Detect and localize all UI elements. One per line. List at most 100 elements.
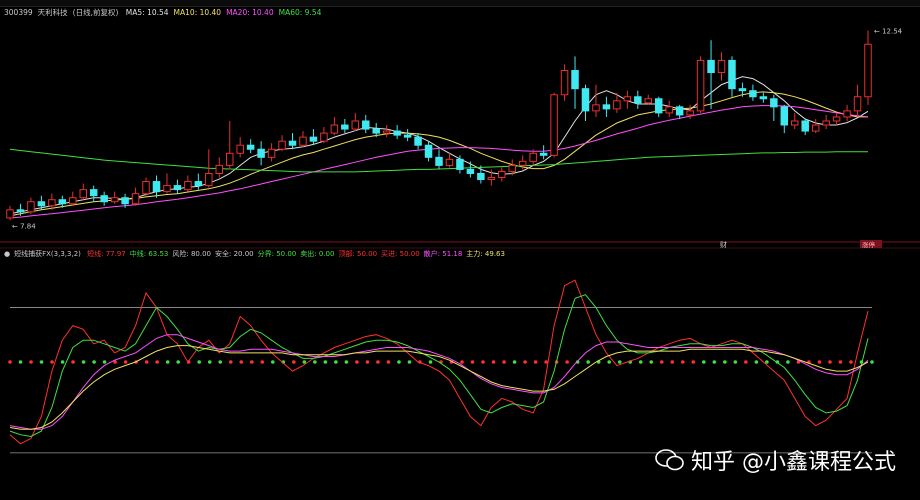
kline-chart[interactable]: ← 12.54 ← 7.84 财 涨停	[0, 0, 920, 500]
candle-body	[205, 172, 213, 187]
candle-body	[498, 170, 506, 179]
signal-dot	[376, 360, 380, 364]
candle-body	[362, 120, 370, 130]
candle-body	[728, 59, 736, 90]
candle-body	[236, 144, 244, 154]
candle-body	[278, 140, 286, 150]
signal-dot	[428, 360, 433, 364]
candle-body	[634, 96, 642, 104]
signal-dot	[313, 360, 317, 364]
candle-body	[539, 152, 548, 156]
signal-dot	[565, 360, 569, 364]
candle-body	[89, 189, 98, 197]
signal-dot	[765, 360, 769, 364]
signal-dot	[71, 360, 75, 364]
signal-dot	[365, 360, 370, 364]
signal-dot	[586, 360, 590, 364]
candle-body	[299, 136, 307, 146]
signal-dot	[870, 360, 874, 364]
high-price-label: ← 12.54	[874, 28, 903, 36]
candle-body	[351, 120, 360, 130]
signal-dot	[8, 360, 12, 364]
low-price-label: ← 7.84	[12, 222, 36, 230]
candle-body	[152, 181, 161, 193]
signal-dot	[386, 360, 391, 364]
candle-body	[749, 90, 757, 98]
wechat-icon	[655, 449, 684, 471]
candle-body	[791, 120, 799, 126]
candle-body	[456, 158, 464, 170]
candle-body	[696, 59, 705, 112]
signal-dot	[712, 360, 717, 364]
signal-dot	[617, 360, 622, 364]
candle-body	[644, 98, 653, 104]
candle-body	[320, 132, 328, 142]
signal-dot	[733, 360, 738, 364]
candle-body	[142, 181, 150, 195]
candle-body	[477, 172, 485, 181]
candle-body	[424, 144, 433, 158]
signal-dot	[691, 360, 696, 364]
signal-dot	[702, 360, 706, 364]
indicator-line	[9, 345, 869, 430]
signal-dot	[334, 360, 338, 364]
signal-dot	[144, 360, 149, 364]
signal-dot	[754, 360, 759, 364]
signal-dot	[470, 360, 475, 364]
candle-body	[267, 148, 276, 158]
candle-body	[780, 106, 789, 126]
signal-dot	[460, 360, 464, 364]
candle-body	[382, 130, 391, 134]
candle-body	[435, 156, 443, 166]
candle-body	[309, 136, 318, 142]
candle-body	[571, 70, 579, 90]
candle-body	[225, 152, 234, 166]
signal-dot	[155, 360, 159, 364]
candle-body	[37, 201, 46, 207]
marker-cai: 财	[720, 240, 727, 249]
signal-dot	[355, 360, 359, 364]
signal-dot	[533, 360, 538, 364]
signal-dot	[638, 360, 643, 364]
candle-body	[654, 98, 663, 114]
candle-body	[508, 164, 516, 172]
signal-dot	[523, 360, 527, 364]
signal-dot	[491, 360, 496, 364]
candle-body	[184, 181, 192, 191]
candle-body	[665, 106, 673, 114]
candle-body	[445, 158, 454, 166]
signal-dot	[50, 360, 54, 364]
signal-dot	[838, 360, 843, 364]
candle-body	[518, 160, 527, 166]
candle-body	[811, 124, 820, 132]
candle-body	[100, 195, 108, 203]
candle-body	[58, 199, 67, 205]
signal-dot	[407, 360, 412, 364]
signal-dot	[607, 360, 611, 364]
signal-dot	[828, 360, 832, 364]
signal-dot	[60, 360, 65, 364]
signal-dot	[744, 360, 748, 364]
signal-dot	[397, 360, 401, 364]
candle-body	[215, 164, 224, 174]
candle-body	[853, 96, 862, 112]
signal-dot	[39, 360, 44, 364]
signal-dot	[239, 360, 244, 364]
signal-dot	[260, 360, 265, 364]
signal-dot	[502, 360, 506, 364]
signal-dot	[849, 360, 853, 364]
candle-body	[832, 116, 841, 122]
candle-body	[27, 201, 35, 213]
candle-body	[623, 96, 632, 102]
signal-dot	[123, 360, 128, 364]
candle-body	[738, 88, 747, 92]
candle-body	[372, 128, 380, 134]
signal-dot	[680, 360, 685, 364]
signal-dot	[344, 360, 349, 364]
signal-dot	[249, 360, 254, 364]
candle-body	[246, 144, 255, 150]
signal-dot	[512, 360, 517, 364]
candle-body	[675, 106, 684, 116]
candle-body	[686, 110, 694, 116]
signal-dot	[292, 360, 296, 364]
